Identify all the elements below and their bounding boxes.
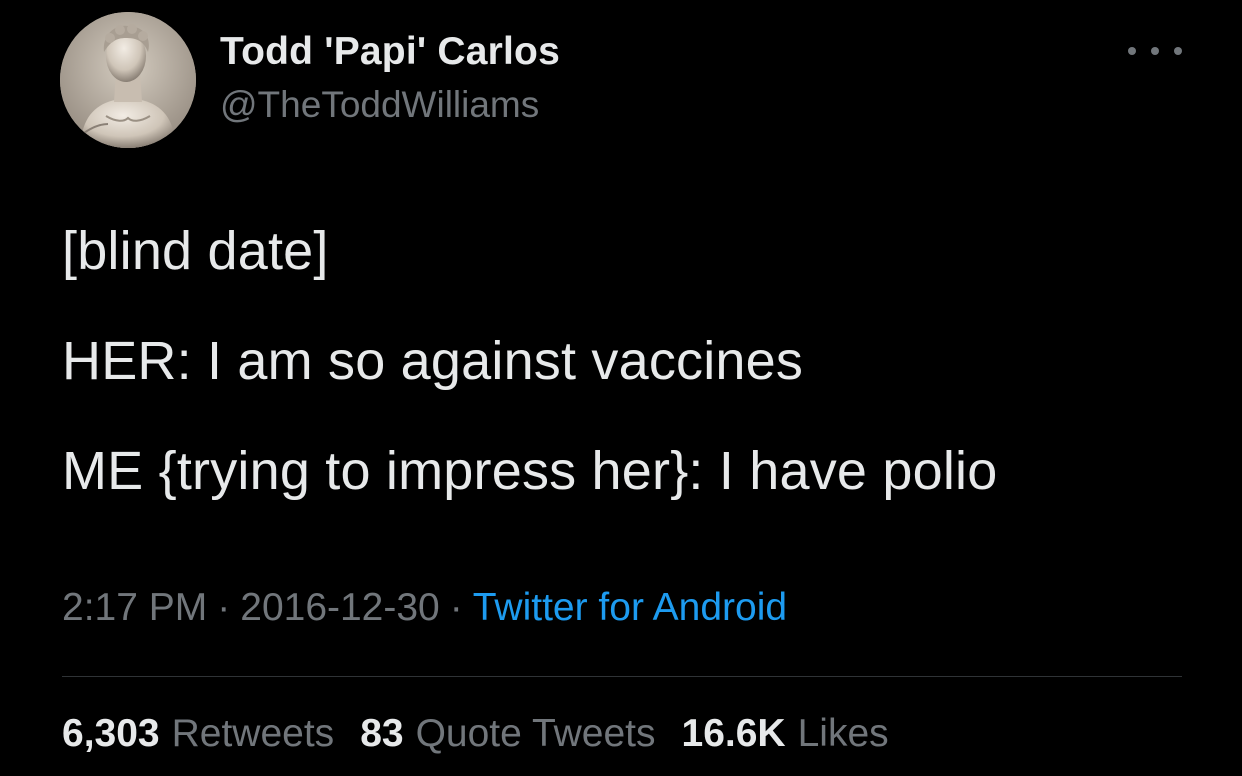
marble-statue-avatar-icon <box>60 12 196 148</box>
author-handle[interactable]: @TheToddWilliams <box>220 84 539 126</box>
retweets-count: 6,303 <box>62 712 160 755</box>
tweet-detail: Todd 'Papi' Carlos @TheToddWilliams [bli… <box>0 0 1242 776</box>
tweet-time[interactable]: 2:17 PM <box>62 586 207 629</box>
tweet-date[interactable]: 2016-12-30 <box>240 586 440 629</box>
meta-separator: · <box>449 586 463 629</box>
likes-stat[interactable]: 16.6K Likes <box>682 712 889 755</box>
retweets-stat[interactable]: 6,303 Retweets <box>62 712 334 755</box>
divider <box>62 676 1182 677</box>
quote-tweets-count: 83 <box>360 712 404 755</box>
ellipsis-dot <box>1174 47 1182 55</box>
tweet-text-line: ME {trying to impress her}: I have polio <box>62 441 998 501</box>
ellipsis-dot <box>1151 47 1159 55</box>
meta-separator: · <box>217 586 231 629</box>
likes-count: 16.6K <box>681 712 786 755</box>
ellipsis-dot <box>1128 47 1136 55</box>
quote-tweets-stat[interactable]: 83 Quote Tweets <box>360 712 655 755</box>
author-display-name[interactable]: Todd 'Papi' Carlos <box>220 30 560 74</box>
tweet-text-line: HER: I am so against vaccines <box>62 331 804 391</box>
avatar[interactable] <box>60 12 196 148</box>
quote-tweets-label: Quote Tweets <box>415 712 656 755</box>
ellipsis-icon[interactable] <box>1128 36 1182 66</box>
tweet-source-link[interactable]: Twitter for Android <box>473 586 787 629</box>
tweet-stats: 6,303 Retweets 83 Quote Tweets 16.6K Likes <box>62 712 915 756</box>
likes-label: Likes <box>797 712 889 755</box>
tweet-text-line: [blind date] <box>62 221 329 281</box>
tweet-metadata: 2:17 PM · 2016-12-30 · Twitter for Android <box>62 586 787 630</box>
retweets-label: Retweets <box>171 712 335 755</box>
